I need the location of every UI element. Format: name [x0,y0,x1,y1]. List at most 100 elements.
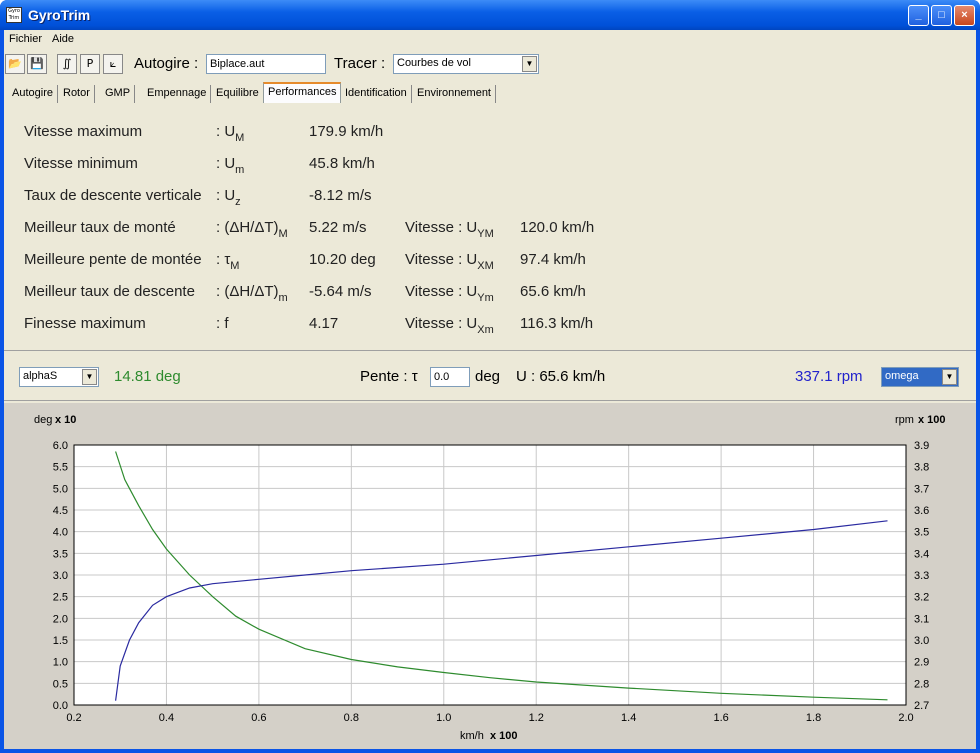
tab-rotor[interactable]: Rotor [59,85,95,103]
y-right-tick-label: 3.3 [914,570,929,582]
pente-label: Pente : τ [360,368,418,385]
chevron-down-icon[interactable]: ▼ [522,56,537,72]
minimize-button[interactable]: _ [908,5,929,26]
graph-tool-icon[interactable]: ∬ [57,54,77,74]
tab-gmp[interactable]: GMP [101,85,136,103]
right-select-value: omega [885,370,919,382]
perf-speed-value: 120.0 km/h [520,219,595,236]
y-left-tick-label: 1.5 [53,635,68,647]
y-left-tick-label: 0.0 [53,700,68,712]
y-left-unit: deg [34,414,52,426]
y-left-tick-label: 1.0 [53,657,68,669]
perf-speed-label: Vitesse : UYM [405,219,494,240]
y-right-tick-label: 3.0 [914,635,929,647]
perf-value: -5.64 m/s [309,283,372,300]
close-button[interactable]: × [954,5,975,26]
tab-equilibre[interactable]: Equilibre [212,85,264,103]
maximize-button[interactable]: □ [931,5,952,26]
tab-empennage[interactable]: Empennage [143,85,212,103]
x-tick-label: 1.0 [436,712,451,724]
perf-value: 5.22 m/s [309,219,367,236]
tracer-select-value: Courbes de vol [397,57,471,69]
perf-label: Taux de descente verticale [24,187,202,204]
y-right-tick-label: 3.8 [914,462,929,474]
tab-performances[interactable]: Performances [263,82,342,104]
perf-label: Vitesse maximum [24,123,143,140]
y-right-tick-label: 2.8 [914,678,929,690]
left-select-value: alphaS [23,370,58,382]
perf-label: Meilleur taux de descente [24,283,195,300]
open-folder-icon[interactable]: 📂 [5,54,25,74]
y-right-tick-label: 3.9 [914,440,929,452]
pente-unit: deg [475,368,501,385]
tab-autogire[interactable]: Autogire [8,85,58,103]
y-left-tick-label: 4.0 [53,527,68,539]
chevron-down-icon[interactable]: ▼ [82,369,97,385]
perf-label: Vitesse minimum [24,155,138,172]
y-left-tick-label: 5.0 [53,483,68,495]
x-tick-label: 2.0 [898,712,913,724]
p-tool-button[interactable]: P [80,54,100,74]
performances-panel: Vitesse maximum : UM 179.9 km/h Vitesse min… [4,103,976,351]
app-icon: Gyro Trim [6,7,22,23]
x-tick-label: 0.6 [251,712,266,724]
y-left-tick-label: 4.5 [53,505,68,517]
y-right-tick-label: 2.7 [914,700,929,712]
perf-label: Meilleur taux de monté [24,219,176,236]
x-tick-label: 1.6 [713,712,728,724]
y-left-multiplier: x 10 [55,414,76,426]
toolbar: 📂 💾 ∬ P ⟀ Autogire : Tracer : Courbes de… [4,50,976,78]
perf-value: -8.12 m/s [309,187,372,204]
perf-label: Meilleure pente de montée [24,251,202,268]
tab-bar: Autogire Rotor GMP Empennage Equilibre P… [4,82,976,104]
y-right-tick-label: 3.2 [914,592,929,604]
autogire-input[interactable] [206,54,326,74]
right-variable-select[interactable]: omega ▼ [881,367,959,387]
y-left-tick-label: 5.5 [53,462,68,474]
tab-environnement[interactable]: Environnement [413,85,496,103]
x-tick-label: 1.8 [806,712,821,724]
y-left-tick-label: 6.0 [53,440,68,452]
x-tick-label: 1.4 [621,712,636,724]
y-left-tick-label: 0.5 [53,678,68,690]
y-left-tick-label: 3.5 [53,548,68,560]
save-icon[interactable]: 💾 [27,54,47,74]
y-left-tick-label: 2.5 [53,592,68,604]
x-multiplier: x 100 [490,730,518,742]
client-area: Fichier Aide 📂 💾 ∬ P ⟀ Autogire : Tracer… [4,30,976,749]
menu-fichier[interactable]: Fichier [9,33,42,45]
u-value: U : 65.6 km/h [516,368,606,385]
y-right-tick-label: 2.9 [914,657,929,669]
perf-symbol: : τM [216,251,240,272]
perf-value: 179.9 km/h [309,123,384,140]
y-right-tick-label: 3.7 [914,483,929,495]
x-tick-label: 0.2 [66,712,81,724]
perf-symbol: : UM [216,123,245,144]
menu-aide[interactable]: Aide [52,33,74,45]
perf-speed-value: 65.6 km/h [520,283,586,300]
left-value: 14.81 deg [114,368,181,385]
perf-value: 4.17 [309,315,339,332]
window-title: GyroTrim [28,7,91,23]
flight-curves-chart: 0.2 0.4 0.6 0.8 1.0 1.2 1.4 1.6 1.8 2.0 0.0 0.5 1.0 1… [34,414,946,742]
y-right-tick-label: 3.1 [914,613,929,625]
menu-bar: Fichier Aide [4,30,976,48]
pente-input[interactable] [430,367,470,387]
left-variable-select[interactable]: alphaS ▼ [19,367,99,387]
tracer-select[interactable]: Courbes de vol ▼ [393,54,539,74]
chevron-down-icon[interactable]: ▼ [942,369,957,385]
y-left-tick-label: 2.0 [53,613,68,625]
y-right-tick-label: 3.4 [914,548,929,560]
perf-symbol: : Um [216,155,245,176]
x-tick-label: 1.2 [529,712,544,724]
title-bar[interactable]: Gyro Trim GyroTrim _ □ × [0,0,980,30]
tab-identification[interactable]: Identification [341,85,412,103]
perf-value: 45.8 km/h [309,155,375,172]
perf-symbol: : (ΔH/ΔT)M [216,219,288,240]
perf-symbol: : f [216,315,229,332]
y-right-tick-label: 3.5 [914,527,929,539]
control-strip: alphaS ▼ 14.81 deg Pente : τ deg U : 65.6… [4,353,976,401]
axes-tool-icon[interactable]: ⟀ [103,54,123,74]
app-window: Gyro Trim GyroTrim _ □ × Fichier Aide 📂 … [0,0,980,753]
perf-speed-label: Vitesse : UYm [405,283,494,304]
